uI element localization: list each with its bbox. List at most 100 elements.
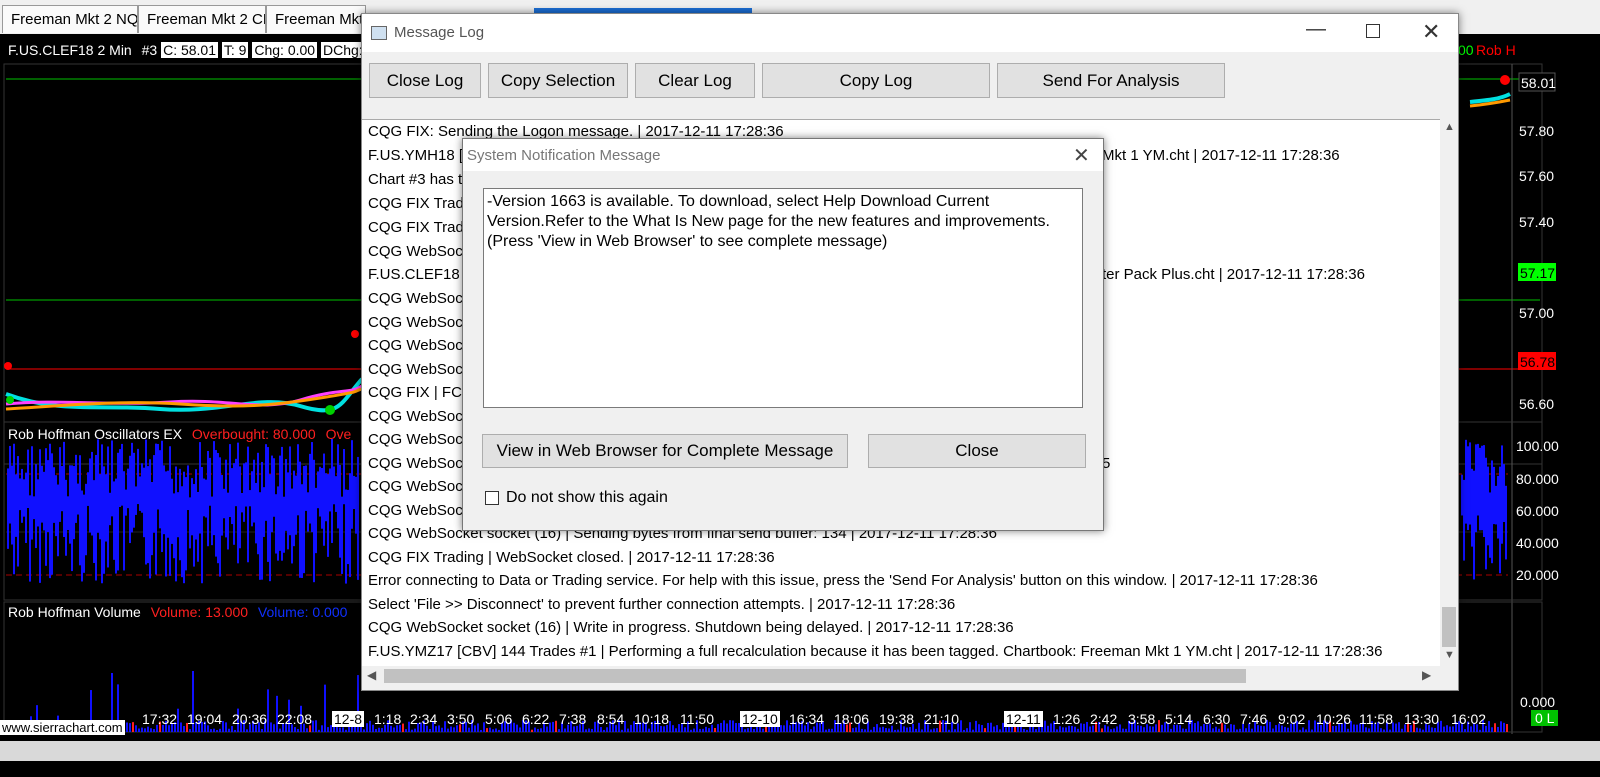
notification-message-box[interactable]: -Version 1663 is available. To download,… xyxy=(483,188,1083,408)
close-icon[interactable]: ✕ xyxy=(1422,19,1440,45)
volume-bar xyxy=(972,729,974,732)
vertical-scroll-thumb[interactable] xyxy=(1442,607,1456,647)
volume-bar xyxy=(225,722,227,732)
volume-bar xyxy=(747,728,749,732)
notification-titlebar[interactable]: System Notification Message ✕ xyxy=(463,139,1103,171)
scroll-down-icon[interactable]: ▼ xyxy=(1444,649,1455,661)
volume-bar xyxy=(537,728,539,732)
clear-log-button[interactable]: Clear Log xyxy=(635,63,755,98)
volume-bar xyxy=(705,726,707,732)
volume-bar xyxy=(1014,726,1016,732)
volume-bar xyxy=(435,726,437,732)
do-not-show-label: Do not show this again xyxy=(506,489,668,506)
volume-bar xyxy=(273,724,275,732)
volume-bar xyxy=(402,723,404,732)
volume-bar xyxy=(930,729,932,732)
view-in-web-browser-button[interactable]: View in Web Browser for Complete Message xyxy=(482,434,848,468)
volume-bar xyxy=(852,728,854,732)
volume-bar xyxy=(474,725,476,732)
volume-bar xyxy=(993,726,995,732)
volume-bar xyxy=(1233,724,1235,732)
volume-bar xyxy=(234,729,236,732)
volume-avg-value: Volume: 0.000 xyxy=(257,604,348,620)
tab-freeman-mkt-2-nq[interactable]: Freeman Mkt 2 NQ xyxy=(2,5,138,33)
volume-bar xyxy=(1497,726,1499,732)
message-log-title: Message Log xyxy=(394,24,485,41)
signal-dot xyxy=(4,362,12,370)
time-axis-label: 2:42 xyxy=(1090,711,1118,727)
time-axis-label: 21:10 xyxy=(924,711,960,727)
log-line-tail: Mkt 1 YM.cht | 2017-12-11 17:28:36 xyxy=(1102,147,1340,164)
send-for-analysis-button[interactable]: Send For Analysis xyxy=(997,63,1225,98)
volume-bar xyxy=(1245,728,1247,732)
time-axis-label: 16:02 xyxy=(1451,711,1487,727)
volume-bar xyxy=(1215,726,1217,732)
volume-bar xyxy=(552,721,554,732)
volume-bar xyxy=(1356,724,1358,732)
horizontal-scroll-thumb[interactable] xyxy=(384,669,1246,683)
signal-dot xyxy=(351,330,359,338)
volume-bar xyxy=(699,728,701,732)
volume-bar xyxy=(513,722,515,732)
message-log-titlebar[interactable]: Message Log — ✕ xyxy=(362,14,1458,52)
volume-bar xyxy=(498,729,500,732)
volume-bar xyxy=(1380,728,1382,732)
volume-bar xyxy=(1419,728,1421,732)
volume-bar xyxy=(1284,726,1286,732)
price-label: 57.60 xyxy=(1519,168,1555,184)
volume-bar xyxy=(315,720,317,732)
volume-bar xyxy=(369,720,371,732)
volume-bar xyxy=(999,729,1001,732)
right-top-study-label: Rob H xyxy=(1476,42,1516,58)
log-vertical-scrollbar[interactable]: ▲ ▼ xyxy=(1440,119,1458,666)
volume-bar xyxy=(1431,727,1433,732)
volume-bar xyxy=(987,722,989,732)
do-not-show-checkbox[interactable] xyxy=(485,491,499,505)
time-axis-label: 10:26 xyxy=(1316,711,1352,727)
minimize-icon[interactable]: — xyxy=(1306,18,1326,41)
scroll-right-icon[interactable]: ▶ xyxy=(1422,668,1431,682)
scroll-up-icon[interactable]: ▲ xyxy=(1444,121,1455,133)
volume-bar xyxy=(669,721,671,732)
volume-bar xyxy=(702,728,704,732)
tab-freeman-mkt-2-cl[interactable]: Freeman Mkt 2 CL xyxy=(138,5,266,33)
volume-bar xyxy=(723,720,725,732)
copy-selection-button[interactable]: Copy Selection xyxy=(488,63,628,98)
signal-dot xyxy=(1500,75,1510,85)
volume-bar xyxy=(546,726,548,732)
volume-bar xyxy=(621,729,623,732)
maximize-icon[interactable] xyxy=(1366,24,1380,38)
close-log-button[interactable]: Close Log xyxy=(369,63,481,98)
volume-bar xyxy=(1056,729,1058,732)
volume-bar xyxy=(480,729,482,732)
volume-bar xyxy=(222,720,224,732)
time-axis-label: 6:22 xyxy=(522,711,550,727)
volume-bar xyxy=(495,728,497,732)
volume-bar xyxy=(975,720,977,732)
ma-orange-line xyxy=(5,387,363,411)
volume-bar xyxy=(780,725,782,732)
volume-bar xyxy=(321,725,323,732)
volume-bar xyxy=(1494,723,1496,732)
tab-freeman-mkt[interactable]: Freeman Mkt xyxy=(266,5,366,33)
volume-bar xyxy=(378,727,380,732)
volume-bar xyxy=(996,725,998,732)
copy-log-button[interactable]: Copy Log xyxy=(762,63,990,98)
volume-bar xyxy=(1194,723,1196,732)
price-label-last: 58.01 xyxy=(1521,75,1557,91)
volume-bar xyxy=(1065,727,1067,732)
dialog-close-icon[interactable]: ✕ xyxy=(1073,143,1090,168)
notification-close-button[interactable]: Close xyxy=(868,434,1086,468)
time-axis-label: 1:26 xyxy=(1053,711,1081,727)
chart-number: #3 xyxy=(141,42,158,58)
log-horizontal-scrollbar[interactable]: ◀ ▶ xyxy=(362,666,1440,686)
volume-bar xyxy=(663,726,665,732)
volume-bar xyxy=(591,728,593,732)
log-line-tail: ter Pack Plus.cht | 2017-12-11 17:28:36 xyxy=(1102,266,1365,283)
volume-bar xyxy=(690,729,692,732)
volume-bar xyxy=(177,708,179,732)
scroll-left-icon[interactable]: ◀ xyxy=(367,668,376,682)
volume-bar xyxy=(468,727,470,732)
volume-bar xyxy=(141,727,143,732)
volume-bar xyxy=(453,727,455,732)
